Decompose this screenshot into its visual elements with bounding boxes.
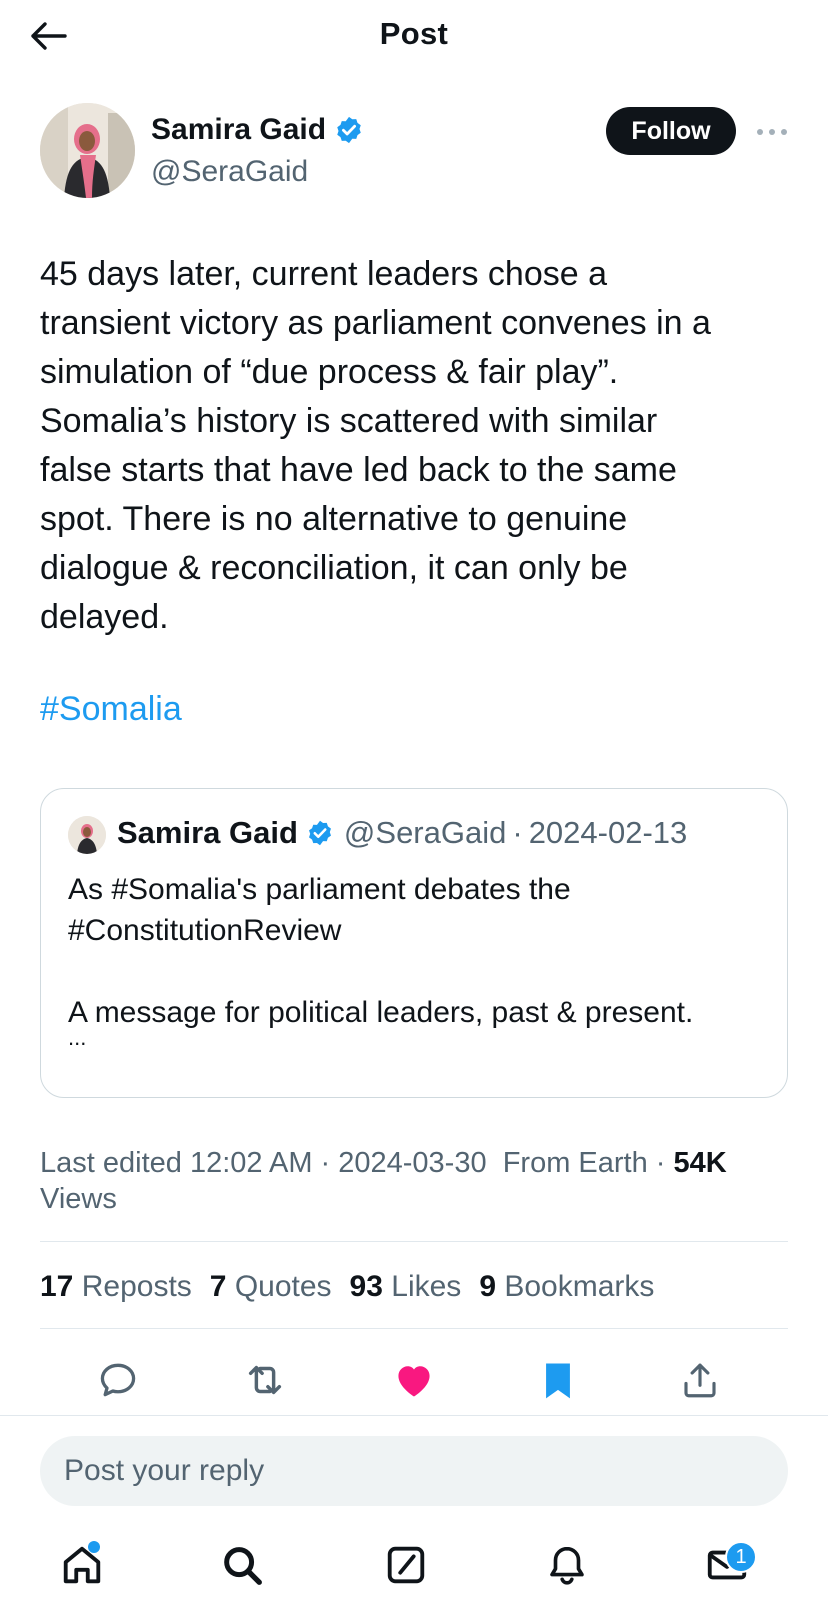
verified-badge-icon <box>337 116 361 144</box>
tab-home[interactable] <box>52 1535 112 1595</box>
verified-badge-icon <box>308 820 331 846</box>
post-source: From Earth · <box>502 1147 666 1179</box>
author-name-row: Samira Gaid <box>151 113 364 147</box>
bottom-tab-bar: 1 <box>0 1535 828 1610</box>
like-button[interactable] <box>386 1352 442 1408</box>
compose-icon <box>387 1546 425 1584</box>
hashtag-link[interactable]: #Somalia <box>40 690 182 729</box>
messages-badge: 1 <box>725 1541 757 1573</box>
divider <box>0 1415 828 1416</box>
post-author: Samira Gaid @SeraGaid Follow <box>40 103 800 199</box>
separator-dot: · <box>512 815 523 850</box>
likes-stat[interactable]: 93 Likes <box>350 1270 462 1304</box>
notifications-icon <box>550 1546 584 1585</box>
tab-search[interactable] <box>212 1535 272 1595</box>
reply-icon <box>100 1363 136 1397</box>
quotes-stat[interactable]: 7 Quotes <box>210 1270 332 1304</box>
reply-input[interactable]: Post your reply <box>40 1436 788 1506</box>
edited-timestamp[interactable]: Last edited 12:02 AM · 2024-03-30 <box>40 1147 487 1179</box>
more-options-button[interactable] <box>752 117 792 147</box>
like-icon <box>398 1366 430 1397</box>
action-bar <box>0 1352 828 1408</box>
quoted-date: 2024-02-13 <box>528 815 688 850</box>
quoted-header: Samira Gaid @SeraGaid · 2024-02-13 <box>117 815 687 851</box>
divider <box>40 1241 788 1242</box>
quoted-author-handle: @SeraGaid <box>343 815 507 850</box>
bookmark-icon <box>546 1363 570 1399</box>
new-content-dot <box>88 1541 100 1553</box>
quoted-post-text: As #Somalia's parliament debates the #Co… <box>68 873 694 1029</box>
engagement-stats: 17 Reposts 7 Quotes 93 Likes 9 Bookmarks <box>40 1270 672 1304</box>
search-icon <box>224 1547 262 1585</box>
share-icon <box>684 1363 716 1398</box>
tab-messages[interactable]: 1 <box>697 1535 757 1595</box>
quoted-author-name: Samira Gaid <box>117 815 298 850</box>
divider <box>40 1328 788 1329</box>
views-label: Views <box>40 1183 117 1215</box>
follow-button[interactable]: Follow <box>606 107 736 155</box>
share-button[interactable] <box>672 1352 728 1408</box>
quoted-post-card[interactable]: Samira Gaid @SeraGaid · 2024-02-13 As #S… <box>40 788 788 1098</box>
views-count: 54K <box>673 1147 727 1179</box>
page-title: Post <box>379 16 449 51</box>
tab-compose[interactable] <box>376 1535 436 1595</box>
quoted-avatar <box>68 816 106 854</box>
author-name[interactable]: Samira Gaid <box>151 113 326 147</box>
repost-icon <box>248 1365 282 1395</box>
bookmarks-stat[interactable]: 9 Bookmarks <box>479 1270 654 1304</box>
bookmark-button[interactable] <box>530 1352 586 1408</box>
reply-button[interactable] <box>90 1352 146 1408</box>
post-text: 45 days later, current leaders chose a t… <box>40 255 711 636</box>
avatar[interactable] <box>40 103 135 198</box>
tab-notifications[interactable] <box>537 1535 597 1595</box>
more-icon <box>757 129 787 135</box>
post-meta: Last edited 12:02 AM · 2024-03-30 From E… <box>40 1145 800 1217</box>
repost-button[interactable] <box>237 1352 293 1408</box>
reposts-stat[interactable]: 17 Reposts <box>40 1270 192 1304</box>
author-handle[interactable]: @SeraGaid <box>151 155 308 189</box>
quoted-truncation: ... <box>68 1025 87 1050</box>
top-bar: Post <box>0 0 828 72</box>
